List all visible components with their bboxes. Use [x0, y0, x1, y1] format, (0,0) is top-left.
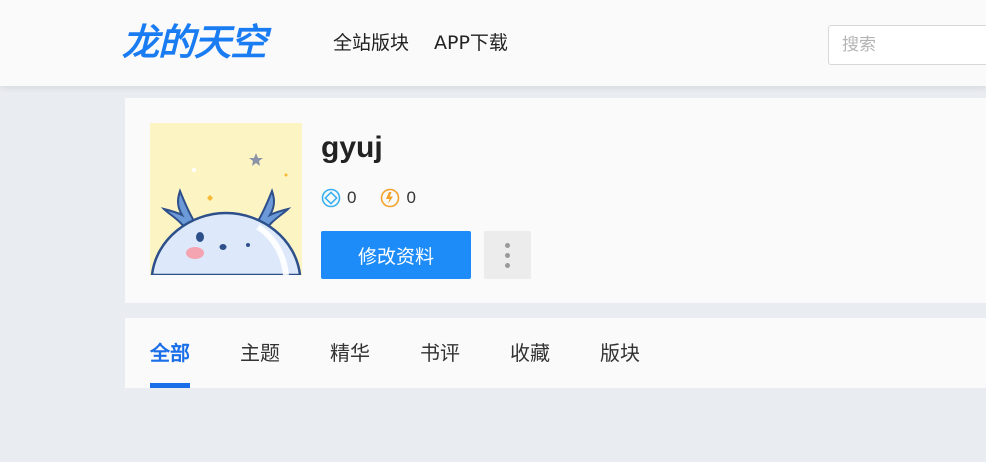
search-input[interactable]: [828, 25, 986, 65]
tab-featured[interactable]: 精华: [330, 318, 370, 388]
dragon-avatar-icon: [150, 123, 302, 275]
stat-lightning: 0: [380, 188, 416, 208]
top-header: 龙的天空 全站版块 APP下载: [0, 0, 986, 86]
tab-all[interactable]: 全部: [150, 318, 190, 388]
site-logo[interactable]: 龙的天空: [122, 21, 267, 65]
stat-diamond-value: 0: [347, 188, 357, 207]
stat-diamond: 0: [321, 188, 356, 208]
profile-card: gyuj 0 0 修改资料: [125, 98, 986, 303]
username: gyuj: [321, 131, 383, 164]
nav-all-boards[interactable]: 全站版块: [333, 31, 409, 55]
lightning-coin-icon: [381, 188, 400, 208]
stat-lightning-value: 0: [406, 188, 416, 207]
tab-reviews[interactable]: 书评: [420, 318, 460, 388]
tab-topics[interactable]: 主题: [240, 318, 280, 388]
vertical-ellipsis-icon: [505, 242, 510, 248]
tab-favorites[interactable]: 收藏: [510, 318, 550, 388]
edit-profile-button[interactable]: 修改资料: [321, 231, 471, 279]
profile-tabs: 全部 主题 精华 书评 收藏 版块: [150, 318, 640, 388]
tabs-card: 全部 主题 精华 书评 收藏 版块: [125, 318, 986, 388]
more-options-button[interactable]: [484, 231, 531, 279]
avatar[interactable]: [150, 123, 302, 275]
nav-app-download[interactable]: APP下载: [434, 31, 508, 55]
diamond-coin-icon: [321, 188, 341, 208]
tab-boards[interactable]: 版块: [600, 318, 640, 388]
main-nav: 全站版块 APP下载: [333, 31, 508, 55]
user-stats: 0 0: [321, 188, 416, 208]
